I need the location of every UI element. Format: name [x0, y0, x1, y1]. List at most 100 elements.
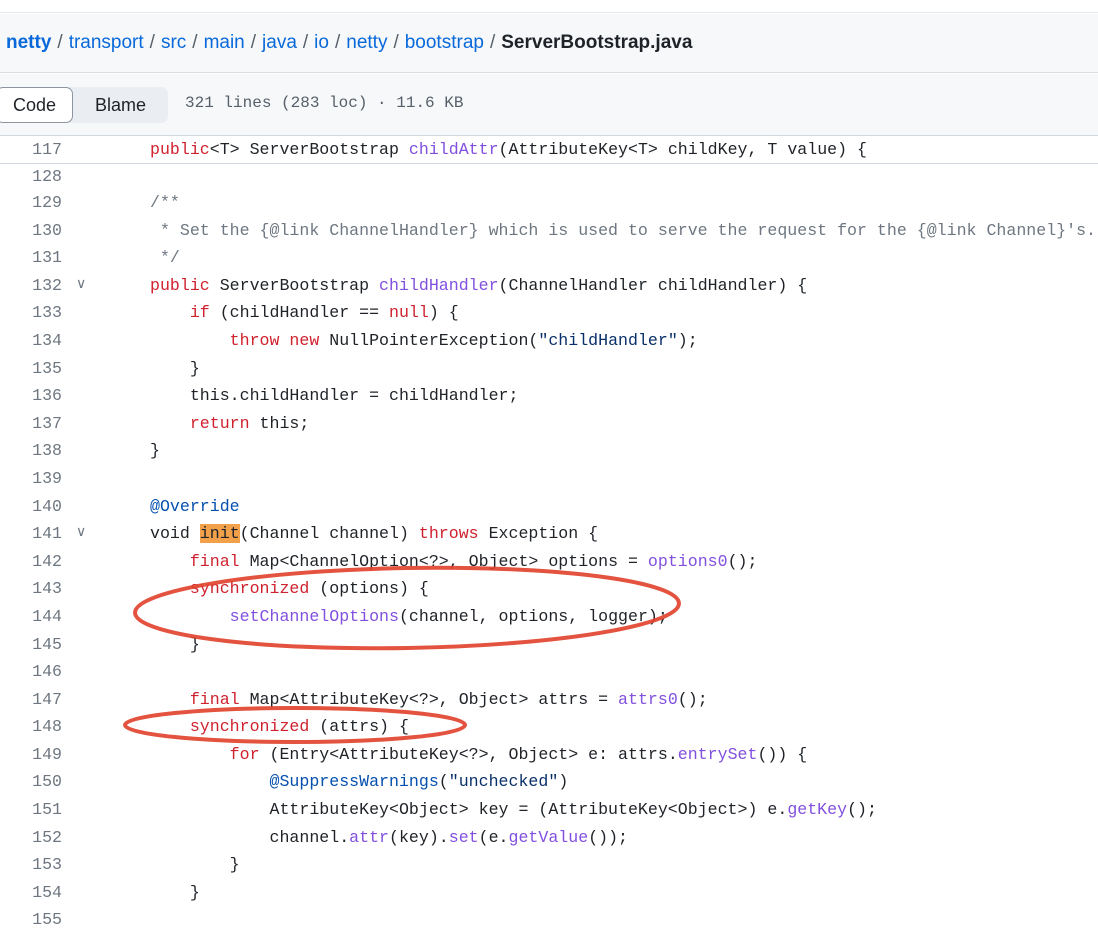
- code-token: ): [558, 772, 569, 792]
- line-number[interactable]: 151: [0, 796, 62, 824]
- code-token: this.childHandler = childHandler;: [150, 386, 519, 406]
- code-text: return this;: [150, 410, 310, 438]
- breadcrumb-link-netty[interactable]: netty: [346, 32, 387, 54]
- code-text: public<T> ServerBootstrap childAttr(Attr…: [150, 136, 867, 163]
- line-number[interactable]: 148: [0, 713, 62, 741]
- code-token: );: [677, 330, 698, 350]
- line-number[interactable]: 135: [0, 355, 62, 383]
- line-number[interactable]: 117: [0, 136, 62, 163]
- code-token: null: [389, 303, 429, 323]
- code-line: 143 synchronized (options) {: [0, 575, 1098, 603]
- breadcrumb-separator: /: [489, 32, 496, 53]
- line-number[interactable]: 147: [0, 686, 62, 714]
- code-token: NullPointerException(: [319, 330, 539, 350]
- line-number[interactable]: 141: [0, 520, 62, 548]
- breadcrumb-link-main[interactable]: main: [204, 32, 245, 54]
- breadcrumb-link-io[interactable]: io: [314, 32, 329, 54]
- line-number[interactable]: 153: [0, 851, 62, 879]
- code-text: throw new NullPointerException("childHan…: [150, 327, 698, 355]
- line-number[interactable]: 136: [0, 382, 62, 410]
- code-token: getValue: [508, 827, 589, 847]
- line-number[interactable]: 139: [0, 465, 62, 493]
- code-token: @Override: [150, 496, 240, 516]
- line-number[interactable]: 149: [0, 741, 62, 769]
- line-number[interactable]: 130: [0, 217, 62, 245]
- code-line: 152 channel.attr(key).set(e.getValue());: [0, 824, 1098, 852]
- line-number[interactable]: 134: [0, 327, 62, 355]
- line-number[interactable]: 150: [0, 768, 62, 796]
- blame-tab[interactable]: Blame: [73, 87, 168, 123]
- code-line: 145 }: [0, 631, 1098, 659]
- line-number[interactable]: 144: [0, 603, 62, 631]
- code-token: (options) {: [309, 579, 429, 599]
- chevron-down-icon[interactable]: ∨: [76, 520, 86, 548]
- line-number[interactable]: 129: [0, 189, 62, 217]
- code-tab[interactable]: Code: [0, 87, 74, 123]
- line-number[interactable]: 146: [0, 658, 62, 686]
- breadcrumb-link-transport[interactable]: transport: [69, 32, 144, 54]
- code-token: ) {: [428, 303, 459, 323]
- code-line: 151 AttributeKey<Object> key = (Attribut…: [0, 796, 1098, 824]
- line-number[interactable]: 133: [0, 299, 62, 327]
- code-token: (channel, options, logger);: [398, 606, 668, 626]
- code-text: if (childHandler == null) {: [150, 299, 459, 327]
- code-token: if: [189, 303, 210, 323]
- code-line: 149 for (Entry<AttributeKey<?>, Object> …: [0, 741, 1098, 769]
- line-number[interactable]: 143: [0, 575, 62, 603]
- code-token: "childHandler": [538, 330, 678, 350]
- code-token: void: [150, 524, 200, 544]
- line-number[interactable]: 155: [0, 906, 62, 934]
- code-token: (Entry<AttributeKey<?>, Object> e: attrs…: [259, 744, 678, 764]
- code-line: 154 }: [0, 879, 1098, 907]
- search-match: init: [199, 524, 240, 544]
- breadcrumb-separator: /: [192, 32, 198, 53]
- line-number[interactable]: 154: [0, 879, 62, 907]
- line-number[interactable]: 137: [0, 410, 62, 438]
- line-number[interactable]: 132: [0, 272, 62, 300]
- code-token: setChannelOptions: [229, 606, 399, 626]
- code-token: final: [189, 551, 240, 571]
- line-number[interactable]: 138: [0, 437, 62, 465]
- line-number[interactable]: 131: [0, 244, 62, 272]
- breadcrumb-link-src[interactable]: src: [161, 32, 186, 54]
- line-number[interactable]: 152: [0, 824, 62, 852]
- code-token: ();: [677, 689, 708, 709]
- code-line: 150 @SuppressWarnings("unchecked"): [0, 768, 1098, 796]
- breadcrumb-link-java[interactable]: java: [262, 32, 297, 54]
- code-text: /**: [150, 189, 180, 217]
- code-token: "unchecked": [448, 772, 559, 792]
- code-text: public ServerBootstrap childHandler(Chan…: [150, 272, 807, 300]
- code-line: 140 @Override: [0, 493, 1098, 521]
- code-token: synchronized: [189, 717, 310, 737]
- code-token: * Set the {@link ChannelHandler} which i…: [150, 220, 1096, 240]
- code-text: final Map<ChannelOption<?>, Object> opti…: [150, 548, 758, 576]
- line-number[interactable]: 128: [0, 164, 62, 189]
- code-token: }: [150, 441, 160, 461]
- code-token: attrs0: [618, 689, 678, 709]
- breadcrumb-link-bootstrap[interactable]: bootstrap: [405, 32, 484, 54]
- breadcrumb-file: ServerBootstrap.java: [501, 32, 693, 53]
- code-token: channel.: [150, 827, 350, 847]
- code-token: attr: [349, 827, 390, 847]
- chevron-down-icon[interactable]: ∨: [76, 272, 86, 300]
- code-token: ();: [727, 551, 758, 571]
- line-number[interactable]: 140: [0, 493, 62, 521]
- breadcrumb-separator: /: [250, 32, 257, 53]
- code-text: synchronized (attrs) {: [150, 713, 409, 741]
- code-token: ());: [588, 827, 629, 847]
- code-token: (key).: [389, 827, 449, 847]
- breadcrumb-separator: /: [57, 32, 63, 53]
- code-token: set: [448, 827, 479, 847]
- code-text: @SuppressWarnings("unchecked"): [150, 768, 569, 796]
- line-number[interactable]: 145: [0, 631, 62, 659]
- line-number[interactable]: 142: [0, 548, 62, 576]
- code-token: entrySet: [677, 744, 758, 764]
- breadcrumb-link-netty[interactable]: netty: [6, 32, 51, 54]
